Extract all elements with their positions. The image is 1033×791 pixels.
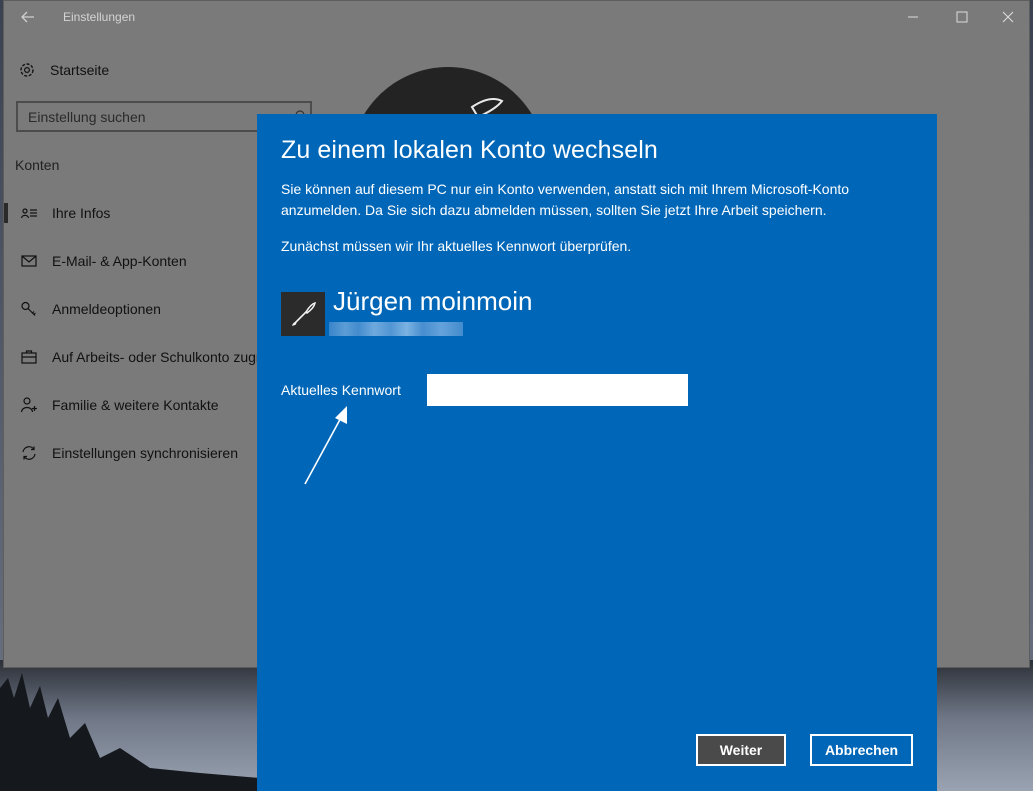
- sidebar-item-familie-kontakte[interactable]: Familie & weitere Kontakte: [4, 391, 219, 419]
- key-icon: [21, 301, 36, 316]
- back-arrow-icon[interactable]: [18, 7, 38, 27]
- local-account-dialog: Zu einem lokalen Konto wechseln Sie könn…: [257, 114, 937, 791]
- sidebar-item-arbeits-schulkonto[interactable]: Auf Arbeits- oder Schulkonto zugreifen: [4, 343, 291, 371]
- user-name: Jürgen moinmoin: [333, 286, 533, 316]
- password-label: Aktuelles Kennwort: [281, 382, 401, 398]
- close-icon[interactable]: [998, 7, 1018, 27]
- sync-icon: [22, 446, 36, 460]
- dialog-note: Zunächst müssen wir Ihr aktuelles Kennwo…: [281, 238, 632, 254]
- user-avatar: [281, 292, 325, 336]
- cancel-button[interactable]: Abbrechen: [810, 734, 913, 766]
- sidebar-item-email-app-konten[interactable]: E-Mail- & App-Konten: [4, 247, 187, 275]
- sidebar-item-label: Ihre Infos: [52, 205, 111, 221]
- gear-icon: [20, 63, 34, 77]
- sidebar-item-label: E-Mail- & App-Konten: [52, 253, 187, 269]
- nav-home[interactable]: Startseite: [18, 59, 109, 81]
- nav-home-label: Startseite: [50, 62, 110, 78]
- user-email-redacted: [329, 322, 463, 336]
- window-title: Einstellungen: [63, 10, 136, 24]
- contact-card-icon: [20, 208, 37, 219]
- sidebar-item-label: Auf Arbeits- oder Schulkonto zugreifen: [52, 349, 291, 365]
- maximize-icon[interactable]: [952, 7, 972, 27]
- person-add-icon: [20, 397, 37, 413]
- sidebar-item-label: Familie & weitere Kontakte: [52, 397, 219, 413]
- titlebar: Einstellungen: [4, 1, 1029, 33]
- sidebar-item-anmeldeoptionen[interactable]: Anmeldeoptionen: [4, 295, 161, 323]
- sidebar-item-label: Anmeldeoptionen: [52, 301, 161, 317]
- sidebar-item-sync[interactable]: Einstellungen synchronisieren: [4, 439, 238, 467]
- briefcase-icon: [21, 350, 37, 364]
- wallpaper-trees: [0, 673, 260, 791]
- minimize-icon[interactable]: [903, 7, 923, 27]
- sidebar-item-ihre-infos[interactable]: Ihre Infos: [4, 199, 110, 227]
- mail-icon: [21, 255, 37, 267]
- dialog-description: Sie können auf diesem PC nur ein Konto v…: [281, 181, 850, 218]
- next-button[interactable]: Weiter: [696, 734, 786, 766]
- current-password-field[interactable]: [427, 374, 688, 406]
- dialog-title: Zu einem lokalen Konto wechseln: [281, 136, 658, 164]
- annotation-arrow-icon: [304, 406, 347, 485]
- section-label-konten: Konten: [15, 157, 60, 173]
- sidebar-item-label: Einstellungen synchronisieren: [52, 445, 238, 461]
- paintbrush-icon: [292, 301, 316, 326]
